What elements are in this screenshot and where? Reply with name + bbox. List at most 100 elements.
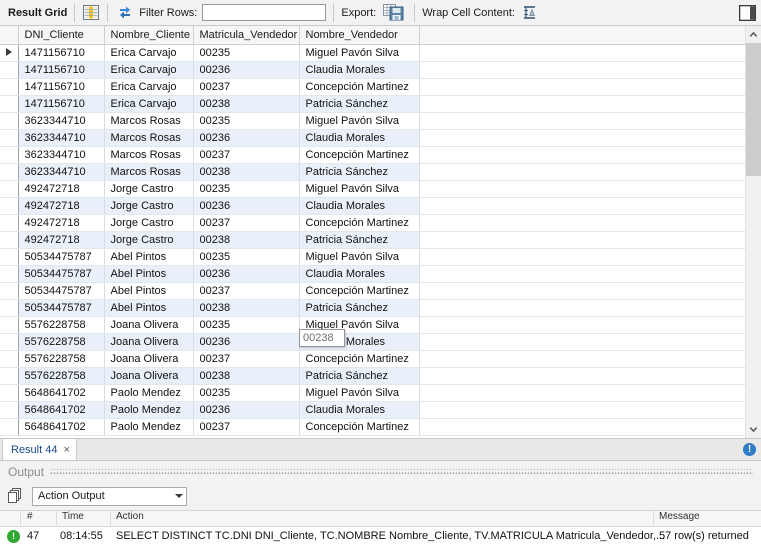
cell-dni-cliente[interactable]: 1471156710 [18, 61, 105, 79]
cell-matricula-vendedor[interactable]: 00238 [193, 95, 300, 113]
cell-matricula-vendedor[interactable]: 00235 [193, 384, 300, 402]
cell-dni-cliente[interactable]: 5648641702 [18, 418, 105, 436]
table-row[interactable]: 5648641702 Paolo Mendez 00237 Concepción Ma… [0, 418, 745, 436]
cell-nombre-vendedor[interactable]: Concepción Martinez [299, 146, 420, 164]
grid-view-icon[interactable] [82, 5, 100, 21]
row-header-cell[interactable] [0, 350, 19, 368]
output-mode-select[interactable]: Action Output [32, 486, 187, 506]
row-header-cell[interactable] [0, 78, 19, 96]
log-column-action[interactable]: Action [116, 511, 144, 522]
scroll-thumb[interactable] [746, 43, 761, 176]
row-header-cell[interactable] [0, 44, 19, 62]
cell-nombre-cliente[interactable]: Erica Carvajo [104, 78, 194, 96]
row-header-cell[interactable] [0, 265, 19, 283]
cell-dni-cliente[interactable]: 5576228758 [18, 367, 105, 385]
cell-nombre-vendedor[interactable]: Patricia Sánchez [299, 95, 420, 113]
row-header-cell[interactable] [0, 231, 19, 249]
cell-nombre-vendedor[interactable]: Concepción Martinez [299, 418, 420, 436]
row-header-cell[interactable] [0, 146, 19, 164]
cell-matricula-vendedor[interactable]: 00238 [193, 299, 300, 317]
cell-nombre-vendedor[interactable]: Claudia Morales [299, 129, 420, 147]
cell-nombre-cliente[interactable]: Erica Carvajo [104, 95, 194, 113]
cell-editor-tooltip[interactable]: 00238 [299, 329, 345, 347]
cell-nombre-cliente[interactable]: Paolo Mendez [104, 384, 194, 402]
cell-matricula-vendedor[interactable]: 00238 [193, 367, 300, 385]
cell-dni-cliente[interactable]: 5576228758 [18, 316, 105, 334]
cell-dni-cliente[interactable]: 5576228758 [18, 350, 105, 368]
table-row[interactable]: 5576228758 Joana Olivera 00235 Miguel Pavón… [0, 316, 745, 334]
cell-dni-cliente[interactable]: 492472718 [18, 231, 105, 249]
cell-nombre-cliente[interactable]: Marcos Rosas [104, 112, 194, 130]
cell-nombre-cliente[interactable]: Abel Pintos [104, 248, 194, 266]
cell-nombre-vendedor[interactable]: Patricia Sánchez [299, 163, 420, 181]
table-row[interactable]: 5576228758 Joana Olivera 00238 Patricia Sán… [0, 367, 745, 385]
row-header-cell[interactable] [0, 163, 19, 181]
cell-dni-cliente[interactable]: 3623344710 [18, 163, 105, 181]
table-row[interactable]: 50534475787 Abel Pintos 00235 Miguel Pavón … [0, 248, 745, 266]
result-grid[interactable]: DNI_Cliente Nombre_Cliente Matricula_Ven… [0, 26, 761, 438]
cell-nombre-cliente[interactable]: Jorge Castro [104, 231, 194, 249]
row-header-cell[interactable] [0, 418, 19, 436]
cell-nombre-vendedor[interactable]: Miguel Pavón Silva [299, 44, 420, 62]
cell-dni-cliente[interactable]: 1471156710 [18, 78, 105, 96]
cell-nombre-cliente[interactable]: Joana Olivera [104, 316, 194, 334]
cell-matricula-vendedor[interactable]: 00236 [193, 333, 300, 351]
cell-nombre-cliente[interactable]: Marcos Rosas [104, 129, 194, 147]
cell-nombre-vendedor[interactable]: Claudia Morales [299, 401, 420, 419]
cell-matricula-vendedor[interactable]: 00237 [193, 146, 300, 164]
log-column-time[interactable]: Time [62, 511, 84, 522]
cell-nombre-cliente[interactable]: Erica Carvajo [104, 44, 194, 62]
table-row[interactable]: 5576228758 Joana Olivera 00236 Claudia Mora… [0, 333, 745, 351]
table-row[interactable]: 492472718 Jorge Castro 00235 Miguel Pavón S… [0, 180, 745, 198]
cell-matricula-vendedor[interactable]: 00235 [193, 112, 300, 130]
cell-matricula-vendedor[interactable]: 00238 [193, 231, 300, 249]
row-header-cell[interactable] [0, 367, 19, 385]
cell-nombre-cliente[interactable]: Paolo Mendez [104, 418, 194, 436]
row-header-cell[interactable] [0, 112, 19, 130]
cell-nombre-vendedor[interactable]: Patricia Sánchez [299, 299, 420, 317]
row-header-cell[interactable] [0, 61, 19, 79]
column-header-nombre-vendedor[interactable]: Nombre_Vendedor [299, 26, 420, 45]
cell-nombre-cliente[interactable]: Marcos Rosas [104, 146, 194, 164]
table-row[interactable]: 50534475787 Abel Pintos 00238 Patricia Sánc… [0, 299, 745, 317]
cell-dni-cliente[interactable]: 5576228758 [18, 333, 105, 351]
table-row[interactable]: 1471156710 Erica Carvajo 00236 Claudia Mora… [0, 61, 745, 79]
export-save-icon[interactable] [381, 4, 407, 22]
cell-nombre-vendedor[interactable]: Claudia Morales [299, 265, 420, 283]
cell-nombre-cliente[interactable]: Joana Olivera [104, 350, 194, 368]
cell-nombre-vendedor[interactable]: Miguel Pavón Silva [299, 384, 420, 402]
cell-nombre-cliente[interactable]: Abel Pintos [104, 299, 194, 317]
cell-nombre-cliente[interactable]: Erica Carvajo [104, 61, 194, 79]
scroll-down-icon[interactable] [746, 422, 761, 438]
table-row[interactable]: 492472718 Jorge Castro 00237 Concepción Mar… [0, 214, 745, 232]
cell-matricula-vendedor[interactable]: 00236 [193, 197, 300, 215]
close-icon[interactable]: × [63, 444, 69, 456]
cell-matricula-vendedor[interactable]: 00237 [193, 282, 300, 300]
log-column-message[interactable]: Message [659, 511, 700, 522]
info-icon[interactable]: ! [743, 443, 756, 456]
cell-nombre-vendedor[interactable]: Concepción Martinez [299, 350, 420, 368]
cell-dni-cliente[interactable]: 1471156710 [18, 44, 105, 62]
row-header-cell[interactable] [0, 299, 19, 317]
cell-nombre-cliente[interactable]: Paolo Mendez [104, 401, 194, 419]
cell-nombre-cliente[interactable]: Jorge Castro [104, 180, 194, 198]
table-row[interactable]: 3623344710 Marcos Rosas 00238 Patricia Sánc… [0, 163, 745, 181]
table-row[interactable]: 3623344710 Marcos Rosas 00235 Miguel Pavón … [0, 112, 745, 130]
cell-nombre-cliente[interactable]: Jorge Castro [104, 197, 194, 215]
cell-nombre-vendedor[interactable]: Concepción Martinez [299, 214, 420, 232]
row-header-cell[interactable] [0, 333, 19, 351]
table-row[interactable]: 1471156710 Erica Carvajo 00238 Patricia Sán… [0, 95, 745, 113]
cell-dni-cliente[interactable]: 3623344710 [18, 129, 105, 147]
table-row[interactable]: 492472718 Jorge Castro 00238 Patricia Sánch… [0, 231, 745, 249]
cell-nombre-cliente[interactable]: Marcos Rosas [104, 163, 194, 181]
cell-dni-cliente[interactable]: 50534475787 [18, 265, 105, 283]
cell-dni-cliente[interactable]: 50534475787 [18, 299, 105, 317]
row-header-cell[interactable] [0, 214, 19, 232]
cell-nombre-vendedor[interactable]: Miguel Pavón Silva [299, 180, 420, 198]
table-row[interactable]: 5576228758 Joana Olivera 00237 Concepción M… [0, 350, 745, 368]
cell-matricula-vendedor[interactable]: 00237 [193, 78, 300, 96]
cell-matricula-vendedor[interactable]: 00237 [193, 418, 300, 436]
cell-dni-cliente[interactable]: 50534475787 [18, 248, 105, 266]
cell-matricula-vendedor[interactable]: 00236 [193, 401, 300, 419]
cell-matricula-vendedor[interactable]: 00235 [193, 44, 300, 62]
